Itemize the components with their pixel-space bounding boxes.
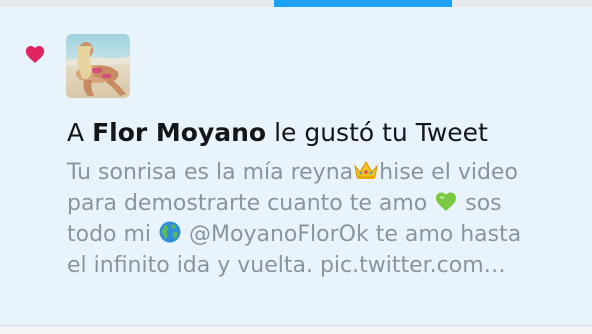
tweet-line: para demostrarte cuanto te amo sos: [67, 188, 582, 219]
tweet-line: todo mi @MoyanoFlorOk te amo hasta: [67, 219, 582, 250]
next-row-edge: [0, 326, 592, 334]
tweet-line: Tu sonrisa es la mía reyna hise el video: [67, 157, 582, 188]
heart-icon: [25, 46, 45, 63]
avatar-photo: [66, 34, 130, 98]
user-name-link[interactable]: Flor Moyano: [92, 118, 266, 147]
tweet-text-segment: Tu sonrisa es la mía reyna: [67, 160, 354, 185]
globe-icon: [159, 221, 181, 243]
tweet-text-segment: @MoyanoFlorOk te amo hasta: [182, 222, 522, 247]
tweet-text-segment: para demostrarte cuanto te amo: [67, 191, 435, 216]
active-tab-indicator[interactable]: [274, 0, 452, 7]
notification-headline: A Flor Moyano le gustó tu Tweet: [67, 117, 582, 149]
user-avatar[interactable]: [66, 34, 130, 98]
headline-suffix: le gustó tu Tweet: [266, 118, 488, 147]
tweet-line: el infinito ida y vuelta. pic.twitter.co…: [67, 253, 506, 278]
like-notification[interactable]: A Flor Moyano le gustó tu Tweet Tu sonri…: [0, 7, 592, 325]
tweet-text-segment: sos: [458, 191, 502, 216]
green-heart-icon: [436, 192, 457, 211]
tweet-text-segment: hise el video: [379, 160, 518, 185]
tweet-text-segment: todo mi: [67, 222, 159, 247]
headline-prefix: A: [67, 118, 93, 147]
tweet-preview-text[interactable]: Tu sonrisa es la mía reyna hise el video…: [67, 157, 582, 281]
crown-emoji-icon: [354, 161, 378, 179]
